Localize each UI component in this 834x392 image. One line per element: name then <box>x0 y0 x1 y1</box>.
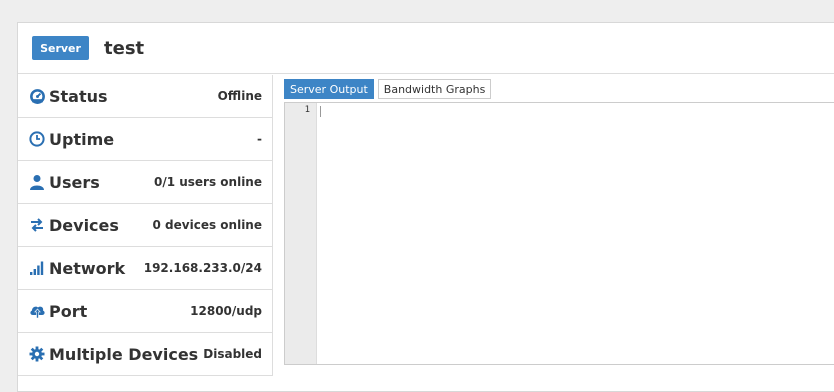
output-tabs: Server Output Bandwidth Graphs <box>284 79 834 99</box>
stat-value-uptime: - <box>257 132 262 146</box>
server-panel: Server test Status Offline Uptime - User… <box>17 22 834 392</box>
stat-row-uptime: Uptime - <box>18 118 272 161</box>
stat-row-port: Port 12800/udp <box>18 290 272 333</box>
stat-value-devices: 0 devices online <box>152 218 262 232</box>
stat-label-users: Users <box>49 172 100 192</box>
stat-row-devices: Devices 0 devices online <box>18 204 272 247</box>
line-number: 1 <box>304 105 310 115</box>
stat-label-uptime: Uptime <box>49 129 115 149</box>
line-number-gutter: 1 <box>285 103 317 364</box>
stat-label-status: Status <box>49 86 108 106</box>
tab-server-output[interactable]: Server Output <box>284 79 374 99</box>
stat-row-multiple-devices: Multiple Devices Disabled <box>18 333 272 376</box>
signal-bars-icon <box>28 259 46 277</box>
stat-label-devices: Devices <box>49 215 119 235</box>
dashboard-icon <box>28 87 46 105</box>
editor-content[interactable] <box>317 103 834 364</box>
server-header: Server test <box>18 23 834 74</box>
stat-row-status: Status Offline <box>18 75 272 118</box>
stat-value-users: 0/1 users online <box>153 175 262 189</box>
text-cursor <box>320 106 321 117</box>
user-icon <box>28 173 46 191</box>
server-badge: Server <box>32 36 89 60</box>
stat-label-multiple-devices: Multiple Devices <box>49 344 199 364</box>
stat-label-port: Port <box>49 301 88 321</box>
server-output-editor[interactable]: 1 <box>284 102 834 365</box>
stat-value-multiple-devices: Disabled <box>203 347 262 361</box>
stat-row-users: Users 0/1 users online <box>18 161 272 204</box>
output-area: Server Output Bandwidth Graphs 1 <box>284 79 834 367</box>
stat-label-network: Network <box>49 258 126 278</box>
tab-bandwidth-graphs[interactable]: Bandwidth Graphs <box>377 79 492 99</box>
stat-value-network: 192.168.233.0/24 <box>143 261 262 275</box>
server-title: test <box>104 37 145 59</box>
stats-list: Status Offline Uptime - Users 0/1 users … <box>18 75 273 376</box>
stat-value-port: 12800/udp <box>190 304 262 318</box>
gear-icon <box>28 345 46 363</box>
clock-icon <box>28 130 46 148</box>
stat-value-status: Offline <box>217 89 262 103</box>
stat-row-network: Network 192.168.233.0/24 <box>18 247 272 290</box>
exchange-icon <box>28 216 46 234</box>
cloud-upload-icon <box>28 302 46 320</box>
